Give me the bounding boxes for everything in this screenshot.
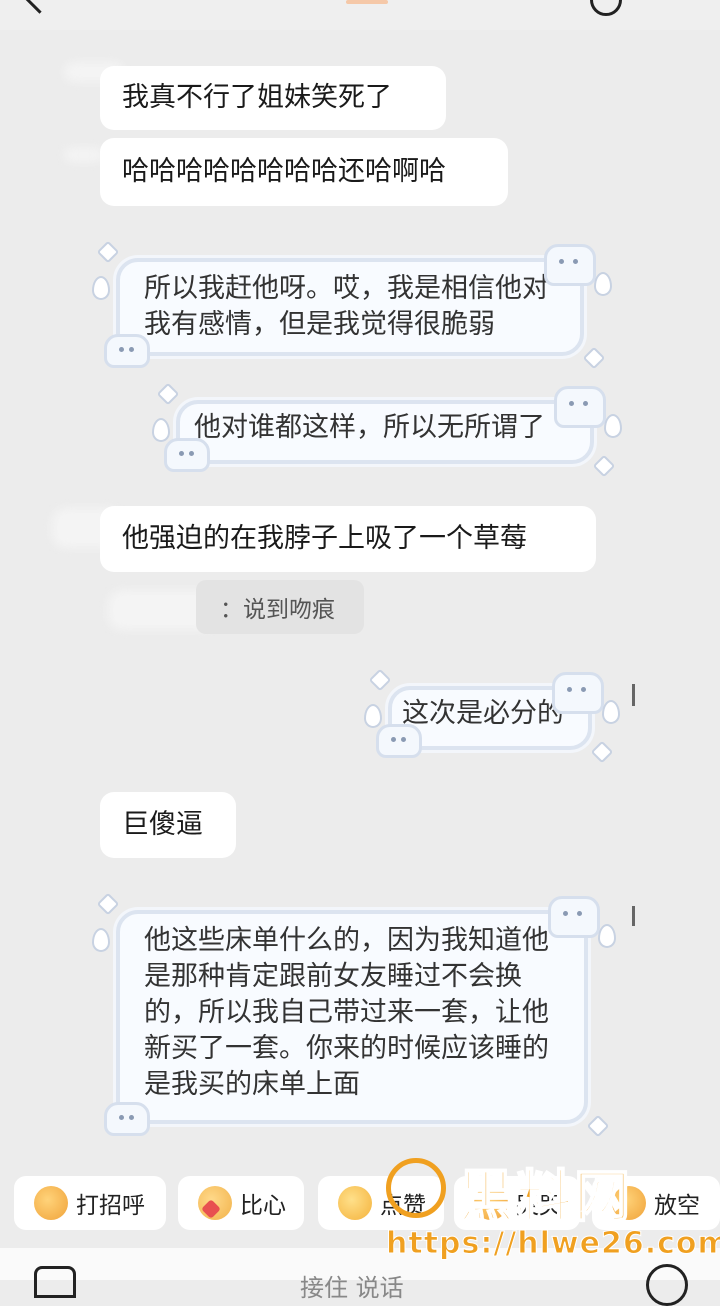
bunny-ear-icon bbox=[552, 672, 604, 714]
quick-reply-heart[interactable]: 比心 bbox=[178, 1176, 304, 1230]
top-indicator bbox=[346, 0, 388, 4]
message-bubble: 他强迫的在我脖子上吸了一个草莓 bbox=[100, 506, 596, 572]
voice-icon[interactable] bbox=[34, 1266, 76, 1298]
quick-reply-label: 打招呼 bbox=[76, 1193, 145, 1219]
bunny-paw-icon bbox=[104, 1102, 150, 1136]
quick-reply-label: 比心 bbox=[240, 1193, 286, 1219]
message-text: 哈哈哈哈哈哈哈哈还哈啊哈 bbox=[122, 156, 446, 187]
edge-mark bbox=[632, 684, 635, 706]
message-text: 我真不行了姐妹笑死了 bbox=[122, 82, 392, 113]
drop-icon bbox=[152, 418, 170, 442]
input-placeholder: 接住 说话 bbox=[300, 1274, 404, 1302]
drop-icon bbox=[598, 924, 616, 948]
star-icon bbox=[156, 382, 180, 406]
watermark-brand: 黑料网 bbox=[457, 1164, 632, 1231]
star-icon bbox=[590, 740, 614, 764]
message-bubble: 巨傻逼 bbox=[100, 792, 236, 858]
quoted-reply-text: ：说到吻痕 bbox=[220, 597, 335, 623]
message-text: 这次是必分的 bbox=[402, 698, 564, 729]
message-text: 巨傻逼 bbox=[122, 809, 203, 840]
drop-icon bbox=[92, 276, 110, 300]
star-icon bbox=[586, 1114, 610, 1138]
star-icon bbox=[96, 240, 120, 264]
message-text: 他强迫的在我脖子上吸了一个草莓 bbox=[122, 523, 527, 554]
message-text: 所以我赶他呀。哎，我是相信他对 我有感情，但是我觉得很脆弱 bbox=[144, 273, 549, 340]
star-icon bbox=[592, 454, 616, 478]
drop-icon bbox=[594, 272, 612, 296]
bunny-ear-icon bbox=[554, 386, 606, 428]
message-bubble: 哈哈哈哈哈哈哈哈还哈啊哈 bbox=[100, 138, 508, 206]
bunny-paw-icon bbox=[104, 334, 150, 368]
star-icon bbox=[368, 668, 392, 692]
drop-icon bbox=[604, 414, 622, 438]
message-bubble: 我真不行了姐妹笑死了 bbox=[100, 66, 446, 130]
bunny-paw-icon bbox=[164, 438, 210, 472]
message-bubble-decorated: 他对谁都这样，所以无所谓了 bbox=[152, 382, 622, 478]
star-icon bbox=[582, 346, 606, 370]
bunny-paw-icon bbox=[376, 724, 422, 758]
edge-mark bbox=[632, 906, 635, 926]
quick-reply-greet[interactable]: 打招呼 bbox=[14, 1176, 166, 1230]
bunny-ear-icon bbox=[548, 896, 600, 938]
bunny-ear-icon bbox=[544, 244, 596, 286]
watermark-logo-icon bbox=[386, 1158, 446, 1218]
star-icon bbox=[96, 892, 120, 916]
message-bubble-decorated: 这次是必分的 bbox=[364, 668, 620, 764]
watermark-url: https://hlwe26.com bbox=[386, 1226, 720, 1262]
drop-icon bbox=[602, 700, 620, 724]
quoted-reply[interactable]: ：说到吻痕 bbox=[196, 580, 364, 634]
drop-icon bbox=[92, 928, 110, 952]
wave-emoji-icon bbox=[34, 1186, 68, 1220]
message-text: 他这些床单什么的，因为我知道他 是那种肯定跟前女友睡过不会换 的，所以我自己带过… bbox=[144, 925, 549, 1100]
message-text: 他对谁都这样，所以无所谓了 bbox=[194, 412, 545, 443]
message-bubble-decorated: 他这些床单什么的，因为我知道他 是那种肯定跟前女友睡过不会换 的，所以我自己带过… bbox=[92, 892, 616, 1138]
heart-emoji-icon bbox=[198, 1186, 232, 1220]
drop-icon bbox=[364, 704, 382, 728]
blurred-avatar bbox=[64, 148, 104, 162]
thumbs-up-emoji-icon bbox=[338, 1186, 372, 1220]
watermark: 黑料网 https://hlwe26.com bbox=[386, 1152, 720, 1272]
message-bubble-decorated: 所以我赶他呀。哎，我是相信他对 我有感情，但是我觉得很脆弱 bbox=[92, 240, 612, 370]
